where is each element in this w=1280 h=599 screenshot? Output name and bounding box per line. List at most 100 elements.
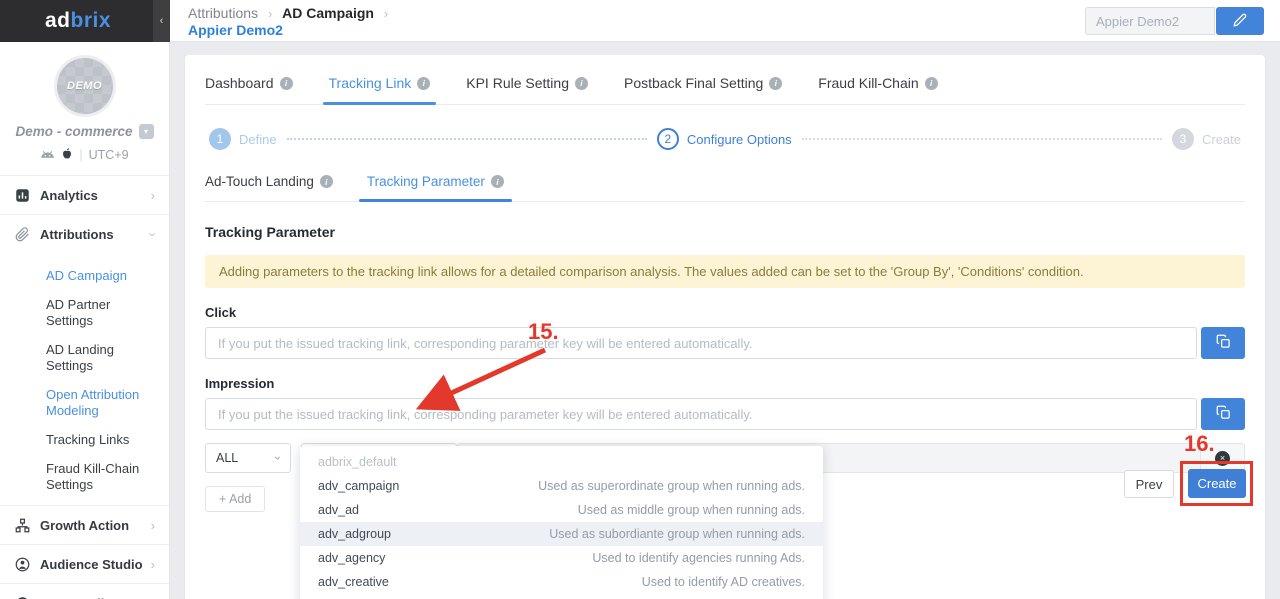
sidebar-item-data-studio[interactable]: Data Studio › bbox=[0, 584, 169, 599]
parameter-filter-select[interactable]: ALL › bbox=[205, 443, 291, 473]
option-description: Used to identify agencies running Ads. bbox=[592, 551, 805, 565]
copy-impression-link-button[interactable] bbox=[1201, 398, 1245, 430]
subtab-ad-touch-landing[interactable]: Ad-Touch Landingi bbox=[205, 174, 333, 201]
avatar[interactable]: DEMO bbox=[57, 58, 113, 114]
info-icon: i bbox=[575, 77, 588, 90]
edit-name-button[interactable] bbox=[1216, 7, 1264, 35]
step-label: Create bbox=[1202, 132, 1241, 147]
sidebar-item-open-attribution-modeling[interactable]: Open Attribution Modeling bbox=[46, 387, 159, 419]
apple-icon bbox=[61, 147, 73, 163]
step-number: 1 bbox=[209, 128, 231, 150]
tab-kpi-rule-setting[interactable]: KPI Rule Settingi bbox=[466, 75, 588, 104]
sidebar-item-label: Analytics bbox=[40, 188, 151, 203]
sidebar-item-ad-campaign[interactable]: AD Campaign bbox=[46, 268, 159, 284]
tab-label: Dashboard bbox=[205, 75, 274, 91]
step-define: 1 Define bbox=[209, 128, 277, 150]
analytics-icon bbox=[14, 187, 30, 203]
adbrix-logo[interactable]: adbrix bbox=[45, 9, 125, 33]
sidebar-collapse-button[interactable]: ‹ bbox=[153, 0, 170, 42]
collapse-icon: ‹ bbox=[160, 15, 164, 27]
breadcrumb-parent[interactable]: Attributions bbox=[188, 5, 258, 21]
upload-circle-icon bbox=[14, 595, 30, 599]
click-tracking-link-input[interactable] bbox=[205, 327, 1197, 359]
step-number: 3 bbox=[1172, 128, 1194, 150]
chevron-right-icon: › bbox=[151, 596, 155, 599]
breadcrumb: Attributions › AD Campaign › Appier Demo… bbox=[188, 5, 394, 38]
sidebar-item-fraud-kill-chain-settings[interactable]: Fraud Kill-Chain Settings bbox=[46, 461, 159, 493]
campaign-name-editor bbox=[1085, 7, 1264, 35]
add-parameter-button[interactable]: + Add bbox=[205, 486, 265, 512]
logo-block: adbrix ‹ bbox=[0, 0, 170, 42]
tab-label: Fraud Kill-Chain bbox=[818, 75, 918, 91]
breadcrumb-section[interactable]: AD Campaign bbox=[282, 5, 374, 21]
prev-button[interactable]: Prev bbox=[1124, 470, 1174, 498]
info-icon: i bbox=[769, 77, 782, 90]
step-label: Configure Options bbox=[687, 132, 792, 147]
info-icon: i bbox=[417, 77, 430, 90]
dropdown-option-adv-keyword[interactable]: adv_keyword Used to identify searched ke… bbox=[300, 594, 823, 599]
sidebar-item-label: Attributions bbox=[40, 227, 151, 242]
option-description: Used as subordiante group when running a… bbox=[549, 527, 805, 541]
copy-icon bbox=[1216, 405, 1231, 423]
info-icon: i bbox=[491, 175, 504, 188]
option-key: adv_creative bbox=[318, 575, 389, 589]
sidebar-item-tracking-links[interactable]: Tracking Links bbox=[46, 432, 159, 448]
main-tabs: Dashboardi Tracking Linki KPI Rule Setti… bbox=[205, 55, 1245, 105]
dropdown-option-adv-creative[interactable]: adv_creative Used to identify AD creativ… bbox=[300, 570, 823, 594]
sidebar-item-ad-landing-settings[interactable]: AD Landing Settings bbox=[46, 342, 159, 374]
sidebar-item-ad-partner-settings[interactable]: AD Partner Settings bbox=[46, 297, 159, 329]
android-icon bbox=[40, 148, 55, 162]
dropdown-option-adv-agency[interactable]: adv_agency Used to identify agencies run… bbox=[300, 546, 823, 570]
create-button[interactable]: Create bbox=[1188, 469, 1246, 498]
subtab-label: Ad-Touch Landing bbox=[205, 174, 314, 189]
impression-tracking-link-input[interactable] bbox=[205, 398, 1197, 430]
sidebar-item-growth-action[interactable]: Growth Action › bbox=[0, 506, 169, 544]
step-configure-options: 2 Configure Options bbox=[657, 128, 792, 150]
subtab-tracking-parameter[interactable]: Tracking Parameteri bbox=[367, 174, 504, 201]
tab-fraud-kill-chain[interactable]: Fraud Kill-Chain i bbox=[818, 75, 937, 104]
sidebar-item-analytics[interactable]: Analytics › bbox=[0, 176, 169, 214]
tab-label: Postback Final Setting bbox=[624, 75, 763, 91]
remove-parameter-button[interactable]: × bbox=[1200, 444, 1244, 472]
info-icon: i bbox=[925, 77, 938, 90]
timezone-divider: | bbox=[79, 148, 82, 162]
page: adbrix ‹ Attributions › AD Campaign › Ap… bbox=[0, 0, 1280, 599]
option-key: adv_campaign bbox=[318, 479, 399, 493]
dropdown-option-adv-ad[interactable]: adv_ad Used as middle group when running… bbox=[300, 498, 823, 522]
tab-dashboard[interactable]: Dashboardi bbox=[205, 75, 293, 104]
app-switcher-button[interactable]: ▾ bbox=[139, 124, 154, 139]
step-number: 2 bbox=[657, 128, 679, 150]
option-key: adv_adgroup bbox=[318, 527, 391, 541]
tab-tracking-link[interactable]: Tracking Link i bbox=[329, 75, 431, 104]
notice-banner: Adding parameters to the tracking link a… bbox=[205, 255, 1245, 288]
stepper-leader bbox=[802, 138, 1162, 140]
tab-postback-final-setting[interactable]: Postback Final Setting i bbox=[624, 75, 782, 104]
caret-down-icon: ▾ bbox=[144, 127, 148, 136]
chevron-down-icon: › bbox=[145, 232, 160, 236]
copy-icon bbox=[1216, 334, 1231, 352]
menu-group-attributions: Attributions › AD Campaign AD Partner Se… bbox=[0, 214, 169, 505]
sub-tabs: Ad-Touch Landingi Tracking Parameteri bbox=[205, 174, 1245, 202]
sidebar-item-audience-studio[interactable]: Audience Studio › bbox=[0, 545, 169, 583]
top-bar: adbrix ‹ Attributions › AD Campaign › Ap… bbox=[0, 0, 1280, 42]
sidebar-item-attributions[interactable]: Attributions › bbox=[0, 215, 169, 253]
chevron-down-icon: › bbox=[271, 456, 285, 460]
menu-group-audience-studio: Audience Studio › bbox=[0, 544, 169, 583]
option-description: Used to identify AD creatives. bbox=[642, 575, 805, 589]
logo-text-blue: brix bbox=[71, 9, 112, 32]
chevron-right-icon: › bbox=[151, 518, 155, 533]
breadcrumb-separator: › bbox=[384, 6, 388, 21]
avatar-label: DEMO bbox=[67, 80, 102, 92]
step-label: Define bbox=[239, 132, 277, 147]
timezone: UTC+9 bbox=[89, 148, 129, 162]
copy-click-link-button[interactable] bbox=[1201, 327, 1245, 359]
campaign-name-input[interactable] bbox=[1085, 7, 1215, 35]
stepper-leader bbox=[287, 138, 647, 140]
tab-label: Tracking Link bbox=[329, 75, 412, 91]
dropdown-option-adv-adgroup[interactable]: adv_adgroup Used as subordiante group wh… bbox=[300, 522, 823, 546]
click-label: Click bbox=[205, 305, 1245, 320]
option-key: adv_ad bbox=[318, 503, 359, 517]
chevron-right-icon: › bbox=[151, 557, 155, 572]
dropdown-option-adv-campaign[interactable]: adv_campaign Used as superordinate group… bbox=[300, 474, 823, 498]
breadcrumb-current: Appier Demo2 bbox=[188, 22, 283, 38]
